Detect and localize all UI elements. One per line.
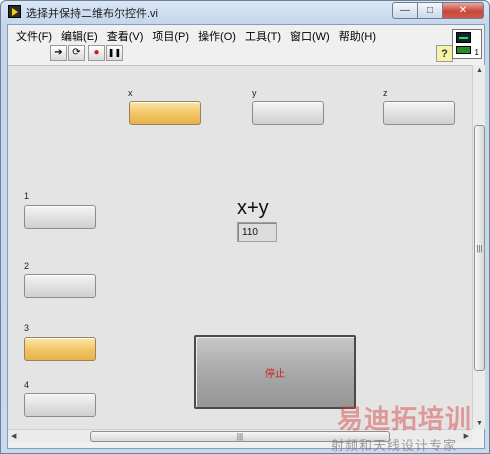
label-4: 4	[24, 380, 30, 390]
menu-help[interactable]: 帮助(H)	[337, 25, 383, 43]
maximize-button[interactable]: □	[417, 2, 443, 19]
labview-window: 选择并保持二维布尔控件.vi — □ ✕ 文件(F) 编辑(E) 查看(V) 项…	[0, 0, 490, 454]
connector-number: 1	[474, 48, 479, 57]
boolean-1-button[interactable]	[24, 205, 96, 229]
run-arrow-icon[interactable]: ➔	[50, 45, 67, 61]
boolean-4-button[interactable]	[24, 393, 96, 417]
sum-indicator-value: 110	[237, 222, 277, 242]
menu-edit[interactable]: 编辑(E)	[59, 25, 105, 43]
run-continuously-icon[interactable]: ⟳	[68, 45, 85, 61]
vertical-scrollbar[interactable]: ▲ ||| ▼	[472, 65, 485, 429]
vi-icon-base	[456, 46, 471, 54]
boolean-x-button[interactable]	[129, 101, 201, 125]
menu-project[interactable]: 项目(P)	[150, 25, 196, 43]
sum-indicator-label: x+y	[237, 197, 269, 219]
front-panel: x y z 1 2 3 4 x+y 110 停止	[8, 65, 472, 429]
abort-execution-icon[interactable]: ●	[88, 45, 105, 61]
vi-connector-pane-icon[interactable]: 1	[452, 29, 482, 59]
label-z: z	[383, 88, 388, 98]
boolean-3-button[interactable]	[24, 337, 96, 361]
vi-app-icon	[8, 5, 21, 18]
toolbar: ➔ ⟳ ● ❚❚ ?	[8, 43, 456, 65]
menu-bar: 文件(F) 编辑(E) 查看(V) 项目(P) 操作(O) 工具(T) 窗口(W…	[8, 25, 484, 43]
pause-icon[interactable]: ❚❚	[106, 45, 123, 61]
scroll-up-arrow-icon[interactable]: ▲	[476, 67, 483, 74]
watermark: 易迪拓培训 射频和天线设计专家	[319, 397, 487, 453]
menu-file[interactable]: 文件(F)	[14, 25, 59, 43]
label-1: 1	[24, 191, 30, 201]
close-button[interactable]: ✕	[442, 2, 484, 19]
menu-tools[interactable]: 工具(T)	[243, 25, 288, 43]
context-help-icon[interactable]: ?	[436, 45, 453, 62]
client-area: 文件(F) 编辑(E) 查看(V) 项目(P) 操作(O) 工具(T) 窗口(W…	[7, 24, 485, 449]
watermark-subtitle: 射频和天线设计专家	[331, 438, 458, 453]
boolean-z-button[interactable]	[383, 101, 455, 125]
vi-icon-screen	[456, 32, 471, 43]
label-3: 3	[24, 323, 30, 333]
menu-view[interactable]: 查看(V)	[105, 25, 151, 43]
label-2: 2	[24, 261, 30, 271]
label-y: y	[252, 88, 257, 98]
vertical-scroll-thumb[interactable]: |||	[474, 125, 485, 371]
boolean-y-button[interactable]	[252, 101, 324, 125]
menu-operate[interactable]: 操作(O)	[196, 25, 243, 43]
label-x: x	[128, 88, 133, 98]
menu-window[interactable]: 窗口(W)	[288, 25, 337, 43]
boolean-2-button[interactable]	[24, 274, 96, 298]
watermark-logo: 易迪拓培训	[337, 405, 473, 435]
scroll-left-arrow-icon[interactable]: ◀	[11, 432, 16, 440]
minimize-button[interactable]: —	[392, 2, 418, 19]
window-title: 选择并保持二维布尔控件.vi	[26, 8, 158, 20]
window-controls: — □ ✕	[392, 2, 484, 19]
title-bar[interactable]: 选择并保持二维布尔控件.vi — □ ✕	[1, 1, 489, 23]
